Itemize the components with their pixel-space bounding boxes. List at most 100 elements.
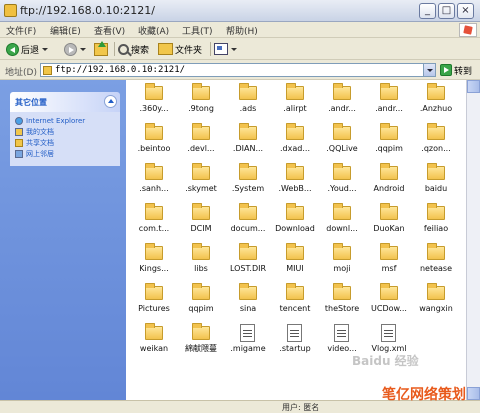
scroll-down-button[interactable] — [467, 387, 480, 400]
folder-item[interactable]: msf — [367, 243, 411, 283]
address-dropdown-button[interactable] — [423, 64, 435, 76]
go-label: 转到 — [454, 66, 473, 77]
folder-item[interactable]: Pictures — [132, 283, 176, 323]
other-places-item-network[interactable]: 网上邻居 — [15, 148, 115, 159]
up-folder-button[interactable] — [94, 40, 108, 57]
folder-icon — [427, 283, 445, 300]
folder-item[interactable]: .sanh... — [132, 163, 176, 203]
back-button[interactable]: 后退 — [6, 41, 49, 57]
forward-button[interactable] — [64, 41, 86, 57]
folder-item[interactable]: Kings... — [132, 243, 176, 283]
other-places-item-label: Internet Explorer — [26, 116, 86, 125]
folder-item[interactable]: moji — [320, 243, 364, 283]
folder-item[interactable]: weikan — [132, 323, 176, 363]
other-places-header[interactable]: 其它位置 — [10, 92, 120, 112]
folder-item[interactable]: com.t... — [132, 203, 176, 243]
folder-item[interactable]: .DIAN... — [226, 123, 270, 163]
address-input[interactable]: ftp://192.168.0.10:2121/ — [40, 63, 436, 77]
menu-file[interactable]: 文件(F) — [6, 24, 36, 37]
folder-item[interactable]: tencent — [273, 283, 317, 323]
vertical-scrollbar[interactable] — [466, 80, 480, 400]
scroll-up-button[interactable] — [467, 80, 480, 93]
folder-icon — [192, 83, 210, 100]
folder-item[interactable]: .WebB... — [273, 163, 317, 203]
folders-button[interactable]: 文件夹 — [158, 41, 202, 57]
folder-item[interactable]: downl... — [320, 203, 364, 243]
chevron-down-icon[interactable] — [42, 47, 49, 51]
folder-icon — [192, 163, 210, 180]
folder-item[interactable]: .System — [226, 163, 270, 203]
other-places-item-my-documents[interactable]: 我的文档 — [15, 126, 115, 137]
menu-view[interactable]: 查看(V) — [94, 24, 125, 37]
folder-item[interactable]: .andr... — [367, 83, 411, 123]
title-bar[interactable]: ftp://192.168.0.10:2121/ _ □ × — [0, 0, 480, 22]
folder-item[interactable]: .Anzhuo — [414, 83, 458, 123]
folder-item[interactable]: .skymet — [179, 163, 223, 203]
folder-icon — [427, 123, 445, 140]
other-places-item-ie[interactable]: Internet Explorer — [15, 115, 115, 126]
go-button[interactable]: 转到 — [440, 63, 472, 77]
folders-label: 文件夹 — [175, 45, 203, 56]
minimize-button[interactable]: _ — [419, 3, 436, 19]
folder-item[interactable]: .alirpt — [273, 83, 317, 123]
file-item[interactable]: .migame — [226, 323, 270, 363]
folder-icon — [380, 243, 398, 260]
folder-item[interactable]: .qzon... — [414, 123, 458, 163]
views-button[interactable] — [214, 41, 237, 57]
file-name: feiliao — [423, 224, 449, 233]
folder-item[interactable]: 綿献隈蔓 — [179, 323, 223, 363]
folder-item[interactable]: .QQLive — [320, 123, 364, 163]
folder-item[interactable]: DuoKan — [367, 203, 411, 243]
menu-tools[interactable]: 工具(T) — [182, 24, 213, 37]
folder-item[interactable]: docum... — [226, 203, 270, 243]
folder-item[interactable]: UCDow... — [367, 283, 411, 323]
folder-item[interactable]: Download — [273, 203, 317, 243]
folder-item[interactable]: .Youd... — [320, 163, 364, 203]
folder-item[interactable]: .andr... — [320, 83, 364, 123]
other-places-item-label: 共享文档 — [26, 138, 54, 147]
views-icon — [214, 43, 228, 55]
maximize-button[interactable]: □ — [438, 3, 455, 19]
folder-item[interactable]: wangxin — [414, 283, 458, 323]
folder-item[interactable]: sina — [226, 283, 270, 323]
folder-item[interactable]: feiliao — [414, 203, 458, 243]
folder-item[interactable]: theStore — [320, 283, 364, 323]
folder-item[interactable]: netease — [414, 243, 458, 283]
menu-favorites[interactable]: 收藏(A) — [138, 24, 169, 37]
folder-icon — [333, 283, 351, 300]
folder-item[interactable]: .qqpim — [367, 123, 411, 163]
folder-item[interactable]: .devl... — [179, 123, 223, 163]
other-places-item-label: 我的文档 — [26, 127, 54, 136]
folder-item[interactable]: .beintoo — [132, 123, 176, 163]
chevron-down-icon[interactable] — [80, 47, 86, 51]
folder-icon — [43, 66, 52, 75]
file-item[interactable]: .startup — [273, 323, 317, 363]
folder-icon — [333, 243, 351, 260]
folder-icon — [239, 203, 257, 220]
folder-icon — [427, 243, 445, 260]
folder-item[interactable]: MIUI — [273, 243, 317, 283]
folder-item[interactable]: qqpim — [179, 283, 223, 323]
folder-item[interactable]: .9tong — [179, 83, 223, 123]
folder-item[interactable]: libs — [179, 243, 223, 283]
folder-item[interactable]: .dxad... — [273, 123, 317, 163]
folder-item[interactable]: LOST.DIR — [226, 243, 270, 283]
folder-item[interactable]: .ads — [226, 83, 270, 123]
folder-item[interactable]: baidu — [414, 163, 458, 203]
menu-bar: 文件(F) 编辑(E) 查看(V) 收藏(A) 工具(T) 帮助(H) — [0, 22, 480, 38]
menu-edit[interactable]: 编辑(E) — [50, 24, 81, 37]
folder-item[interactable]: DCIM — [179, 203, 223, 243]
collapse-icon[interactable] — [104, 95, 117, 108]
folder-icon — [380, 123, 398, 140]
folder-item[interactable]: .360y... — [132, 83, 176, 123]
close-button[interactable]: × — [457, 3, 474, 19]
folder-icon — [145, 323, 163, 340]
folder-item[interactable]: Android — [367, 163, 411, 203]
folder-icon — [192, 283, 210, 300]
document-icon — [381, 324, 396, 342]
folder-icon — [427, 163, 445, 180]
other-places-item-shared-documents[interactable]: 共享文档 — [15, 137, 115, 148]
chevron-down-icon[interactable] — [231, 47, 237, 51]
search-button[interactable]: 搜索 — [118, 41, 149, 57]
menu-help[interactable]: 帮助(H) — [226, 24, 258, 37]
